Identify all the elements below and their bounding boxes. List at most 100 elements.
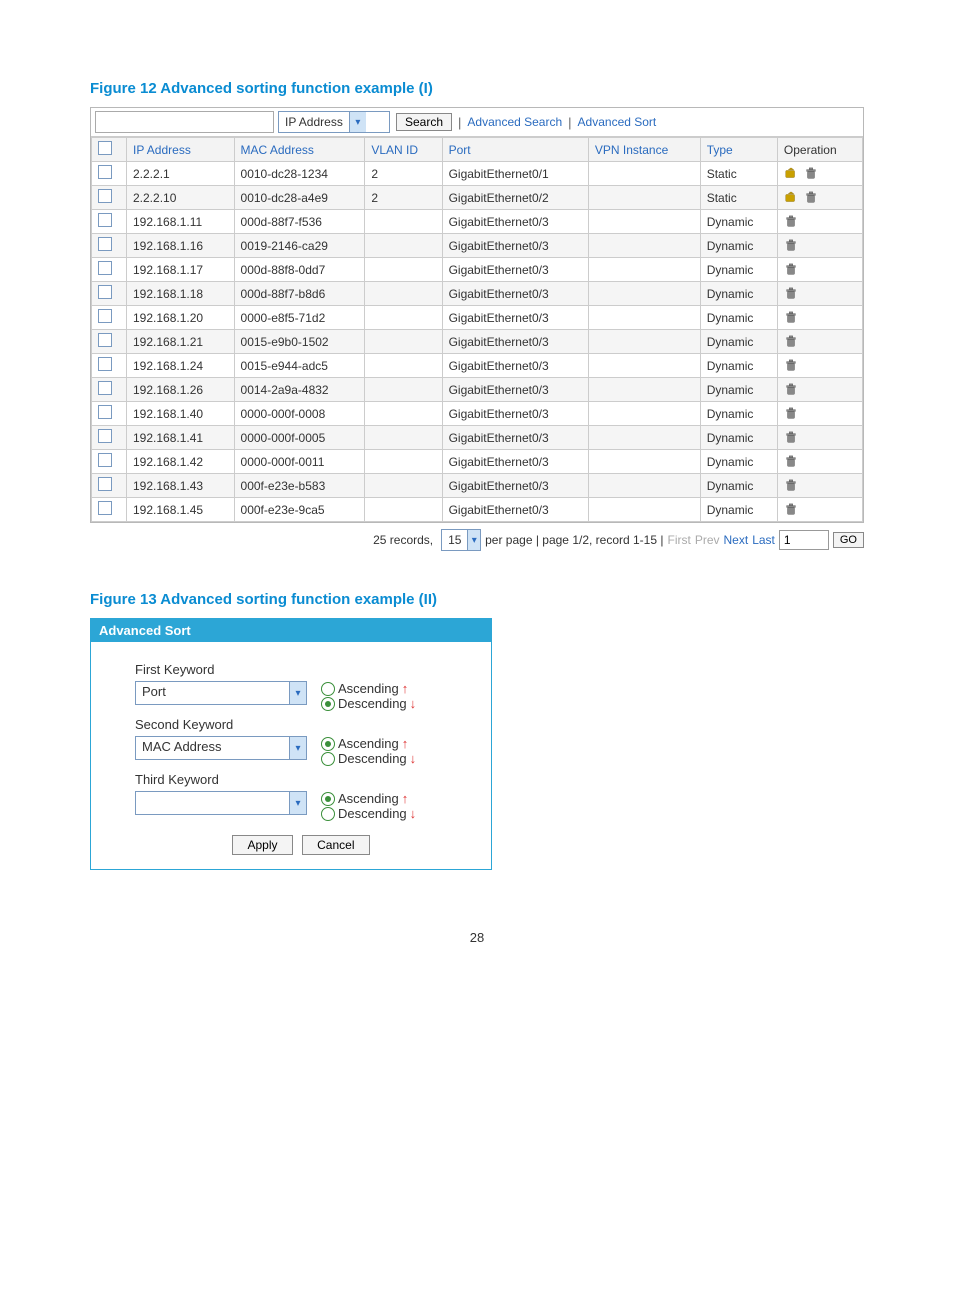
trash-icon[interactable] [784,215,798,229]
cell-type: Dynamic [700,330,777,354]
separator: | [568,115,571,130]
trash-icon[interactable] [784,503,798,517]
trash-icon[interactable] [784,335,798,349]
trash-icon[interactable] [784,263,798,277]
col-vpn[interactable]: VPN Instance [588,138,700,162]
col-port[interactable]: Port [442,138,588,162]
select-all-checkbox[interactable] [98,141,112,155]
cell-vpn [588,186,700,210]
trash-icon[interactable] [784,455,798,469]
figure-12-caption: Figure 12 Advanced sorting function exam… [90,80,894,97]
cell-mac: 000f-e23e-b583 [234,474,365,498]
per-page-dropdown[interactable]: 15 ▾ [441,529,481,551]
cell-ip: 192.168.1.42 [127,450,235,474]
row-checkbox[interactable] [98,429,112,443]
page-number: 28 [60,930,894,945]
kw1-asc-radio[interactable] [321,682,335,696]
figure-13-caption: Figure 13 Advanced sorting function exam… [90,591,894,608]
col-mac[interactable]: MAC Address [234,138,365,162]
search-input[interactable] [95,111,274,133]
kw1-desc-radio[interactable] [321,697,335,711]
table-row: 192.168.1.210015-e9b0-1502GigabitEtherne… [92,330,863,354]
row-checkbox[interactable] [98,381,112,395]
trash-icon[interactable] [804,167,818,181]
row-checkbox[interactable] [98,165,112,179]
cell-port: GigabitEthernet0/3 [442,210,588,234]
page-input[interactable] [779,530,829,550]
kw3-asc-radio[interactable] [321,792,335,806]
pager-last[interactable]: Last [752,533,775,547]
records-label: 25 records, [373,533,433,547]
advanced-sort-link[interactable]: Advanced Sort [578,115,657,129]
search-field-dropdown[interactable]: IP Address ▾ [278,111,390,133]
kw2-asc-radio[interactable] [321,737,335,751]
trash-icon[interactable] [784,383,798,397]
row-checkbox[interactable] [98,189,112,203]
row-checkbox[interactable] [98,477,112,491]
cell-ip: 192.168.1.26 [127,378,235,402]
cell-type: Dynamic [700,378,777,402]
cell-type: Dynamic [700,426,777,450]
trash-icon[interactable] [784,479,798,493]
row-checkbox[interactable] [98,285,112,299]
edit-icon[interactable] [784,191,798,205]
per-page-value: 15 [442,533,467,547]
first-keyword-dropdown[interactable]: Port ▾ [135,681,307,705]
kw2-desc-radio[interactable] [321,752,335,766]
row-checkbox[interactable] [98,357,112,371]
trash-icon[interactable] [784,359,798,373]
edit-icon[interactable] [784,167,798,181]
cell-vlan [365,450,442,474]
cell-type: Dynamic [700,234,777,258]
table-row: 192.168.1.200000-e8f5-71d2GigabitEtherne… [92,306,863,330]
cell-ip: 192.168.1.11 [127,210,235,234]
row-checkbox[interactable] [98,309,112,323]
trash-icon[interactable] [804,191,818,205]
cell-type: Dynamic [700,402,777,426]
kw3-desc-radio[interactable] [321,807,335,821]
row-checkbox[interactable] [98,213,112,227]
row-checkbox[interactable] [98,405,112,419]
col-type[interactable]: Type [700,138,777,162]
cell-port: GigabitEthernet0/3 [442,426,588,450]
cell-vlan: 2 [365,162,442,186]
cell-mac: 000d-88f7-b8d6 [234,282,365,306]
trash-icon[interactable] [784,311,798,325]
cell-mac: 0000-e8f5-71d2 [234,306,365,330]
cell-vpn [588,354,700,378]
third-keyword-dropdown[interactable]: ▾ [135,791,307,815]
cell-operation [777,354,862,378]
col-vlan[interactable]: VLAN ID [365,138,442,162]
go-button[interactable]: GO [833,532,864,548]
cell-ip: 192.168.1.17 [127,258,235,282]
col-ip[interactable]: IP Address [127,138,235,162]
row-checkbox[interactable] [98,453,112,467]
trash-icon[interactable] [784,431,798,445]
cancel-button[interactable]: Cancel [302,835,369,855]
cell-vpn [588,282,700,306]
cell-vpn [588,474,700,498]
row-checkbox[interactable] [98,501,112,515]
trash-icon[interactable] [784,239,798,253]
cell-vlan [365,210,442,234]
chevron-down-icon: ▾ [467,530,480,550]
row-checkbox[interactable] [98,237,112,251]
down-arrow-icon: ↓ [410,751,417,766]
cell-port: GigabitEthernet0/3 [442,306,588,330]
second-keyword-dropdown[interactable]: MAC Address ▾ [135,736,307,760]
cell-operation [777,162,862,186]
trash-icon[interactable] [784,407,798,421]
table-row: 192.168.1.17000d-88f8-0dd7GigabitEtherne… [92,258,863,282]
cell-operation [777,450,862,474]
apply-button[interactable]: Apply [232,835,292,855]
advanced-search-link[interactable]: Advanced Search [467,115,562,129]
cell-ip: 192.168.1.45 [127,498,235,522]
search-button[interactable]: Search [396,113,452,131]
cell-mac: 000d-88f7-f536 [234,210,365,234]
pager-next[interactable]: Next [724,533,749,547]
row-checkbox[interactable] [98,261,112,275]
row-checkbox[interactable] [98,333,112,347]
figure-12-panel: IP Address ▾ Search | Advanced Search | … [90,107,864,523]
desc-label: Descending [338,696,407,711]
trash-icon[interactable] [784,287,798,301]
